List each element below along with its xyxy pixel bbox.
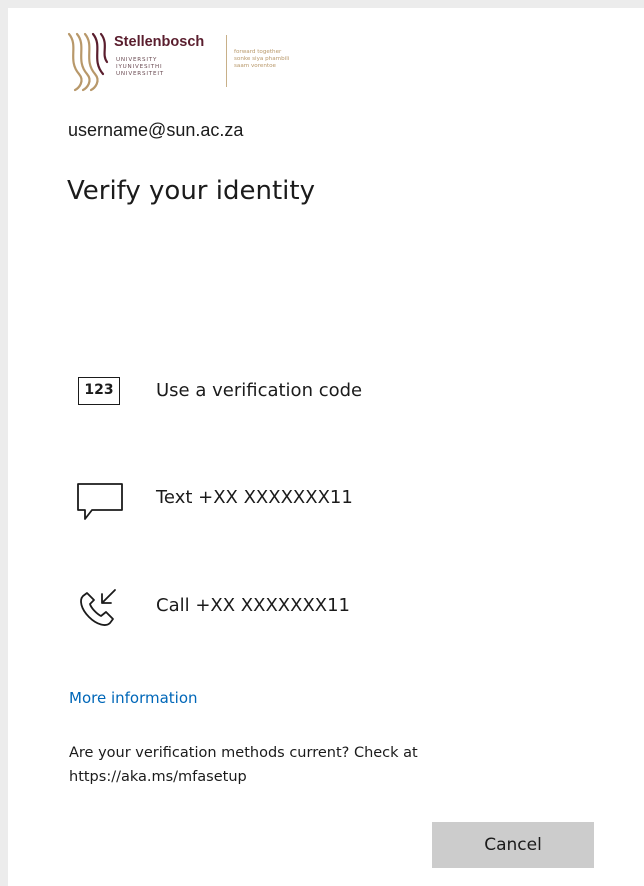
more-information-link[interactable]: More information [69,689,198,707]
option-label: Use a verification code [156,380,363,401]
verification-methods-note: Are your verification methods current? C… [69,745,418,785]
option-label: Call +XX XXXXXXX11 [156,595,351,616]
option-text-message[interactable]: Text +XX XXXXXXX11 [68,470,588,526]
logo-tagline: saam vorentoe [234,63,276,69]
option-verification-code[interactable]: 123 Use a verification code [68,363,588,419]
university-logo: Stellenbosch UNIVERSITY IYUNIVESITHI UNI… [65,30,335,100]
logo-sub-line: UNIVERSITEIT [116,71,164,77]
verification-code-icon: 123 [68,363,128,419]
logo-divider [226,35,227,87]
incoming-call-icon [80,589,116,626]
page-title: Verify your identity [67,176,315,206]
message-icon [77,483,123,520]
logo-sub-line: UNIVERSITY [116,57,158,63]
code-badge: 123 [78,377,120,405]
logo-sub-line: IYUNIVESITHI [116,64,163,70]
logo-mark-icon [67,32,109,92]
option-phone-call[interactable]: Call +XX XXXXXXX11 [68,578,588,634]
logo-name: Stellenbosch [114,34,205,50]
option-label: Text +XX XXXXXXX11 [156,487,353,508]
username-display: username@sun.ac.za [68,120,244,140]
sign-in-card: Stellenbosch UNIVERSITY IYUNIVESITHI UNI… [8,8,644,886]
logo-tagline: sonke siya phambili [234,56,290,62]
cancel-button[interactable]: Cancel [432,822,594,868]
logo-tagline: forward together [234,49,282,55]
